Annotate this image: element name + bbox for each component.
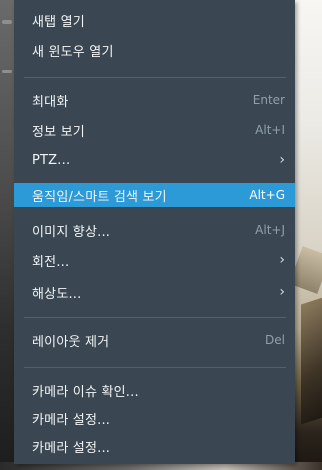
background-detail xyxy=(2,70,12,73)
menu-item-open-new-tab[interactable]: 새탭 열기 xyxy=(14,8,295,32)
menu-item-label: 정보 보기 xyxy=(32,124,85,140)
context-menu: 새탭 열기 새 윈도우 열기 최대화 Enter 정보 보기 Alt+I PTZ… xyxy=(14,0,295,464)
chevron-right-icon: › xyxy=(279,284,285,300)
menu-separator xyxy=(24,317,286,318)
menu-item-maximize[interactable]: 최대화 Enter xyxy=(14,88,295,112)
background-detail xyxy=(301,295,322,425)
menu-item-open-new-window[interactable]: 새 윈도우 열기 xyxy=(14,38,295,62)
menu-item-label: 이미지 향상... xyxy=(32,224,111,240)
camera-view-left-edge xyxy=(0,0,14,470)
menu-item-resolution[interactable]: 해상도... › xyxy=(14,280,295,304)
menu-item-label: 카메라 이슈 확인... xyxy=(32,384,139,400)
menu-item-show-info[interactable]: 정보 보기 Alt+I xyxy=(14,118,295,142)
background-detail xyxy=(2,20,12,24)
menu-item-remove-from-layout[interactable]: 레이아웃 제거 Del xyxy=(14,328,295,352)
menu-item-label: 새탭 열기 xyxy=(32,14,85,30)
camera-view-right-edge xyxy=(289,0,322,470)
menu-item-shortcut: Alt+I xyxy=(255,123,285,137)
menu-item-label: 카메라 설정... xyxy=(32,440,111,456)
menu-separator xyxy=(24,367,286,368)
menu-item-motion-smart-search[interactable]: 움직임/스마트 검색 보기 Alt+G xyxy=(14,183,295,207)
chevron-right-icon: › xyxy=(279,252,285,268)
menu-item-shortcut: Enter xyxy=(252,93,285,107)
menu-item-label: PTZ... xyxy=(32,152,71,168)
chevron-right-icon: › xyxy=(279,152,285,168)
menu-item-camera-settings[interactable]: 카메라 설정... xyxy=(14,406,295,430)
menu-item-label: 회전... xyxy=(32,254,70,270)
menu-item-label: 카메라 설정... xyxy=(32,412,111,428)
menu-item-label: 해상도... xyxy=(32,286,82,302)
menu-item-shortcut: Del xyxy=(265,333,285,347)
menu-item-label: 새 윈도우 열기 xyxy=(32,44,114,60)
menu-item-rotate[interactable]: 회전... › xyxy=(14,248,295,272)
menu-item-label: 움직임/스마트 검색 보기 xyxy=(32,189,167,205)
menu-item-image-enhancement[interactable]: 이미지 향상... Alt+J xyxy=(14,218,295,242)
menu-separator xyxy=(24,77,286,78)
menu-item-shortcut: Alt+G xyxy=(249,188,285,202)
menu-item-label: 최대화 xyxy=(32,94,69,110)
menu-item-shortcut: Alt+J xyxy=(255,223,285,237)
menu-item-check-camera-issues[interactable]: 카메라 이슈 확인... xyxy=(14,378,295,402)
menu-item-camera-settings[interactable]: 카메라 설정... xyxy=(14,434,295,458)
menu-item-label: 레이아웃 제거 xyxy=(32,334,110,350)
menu-item-ptz[interactable]: PTZ... › xyxy=(14,148,295,172)
